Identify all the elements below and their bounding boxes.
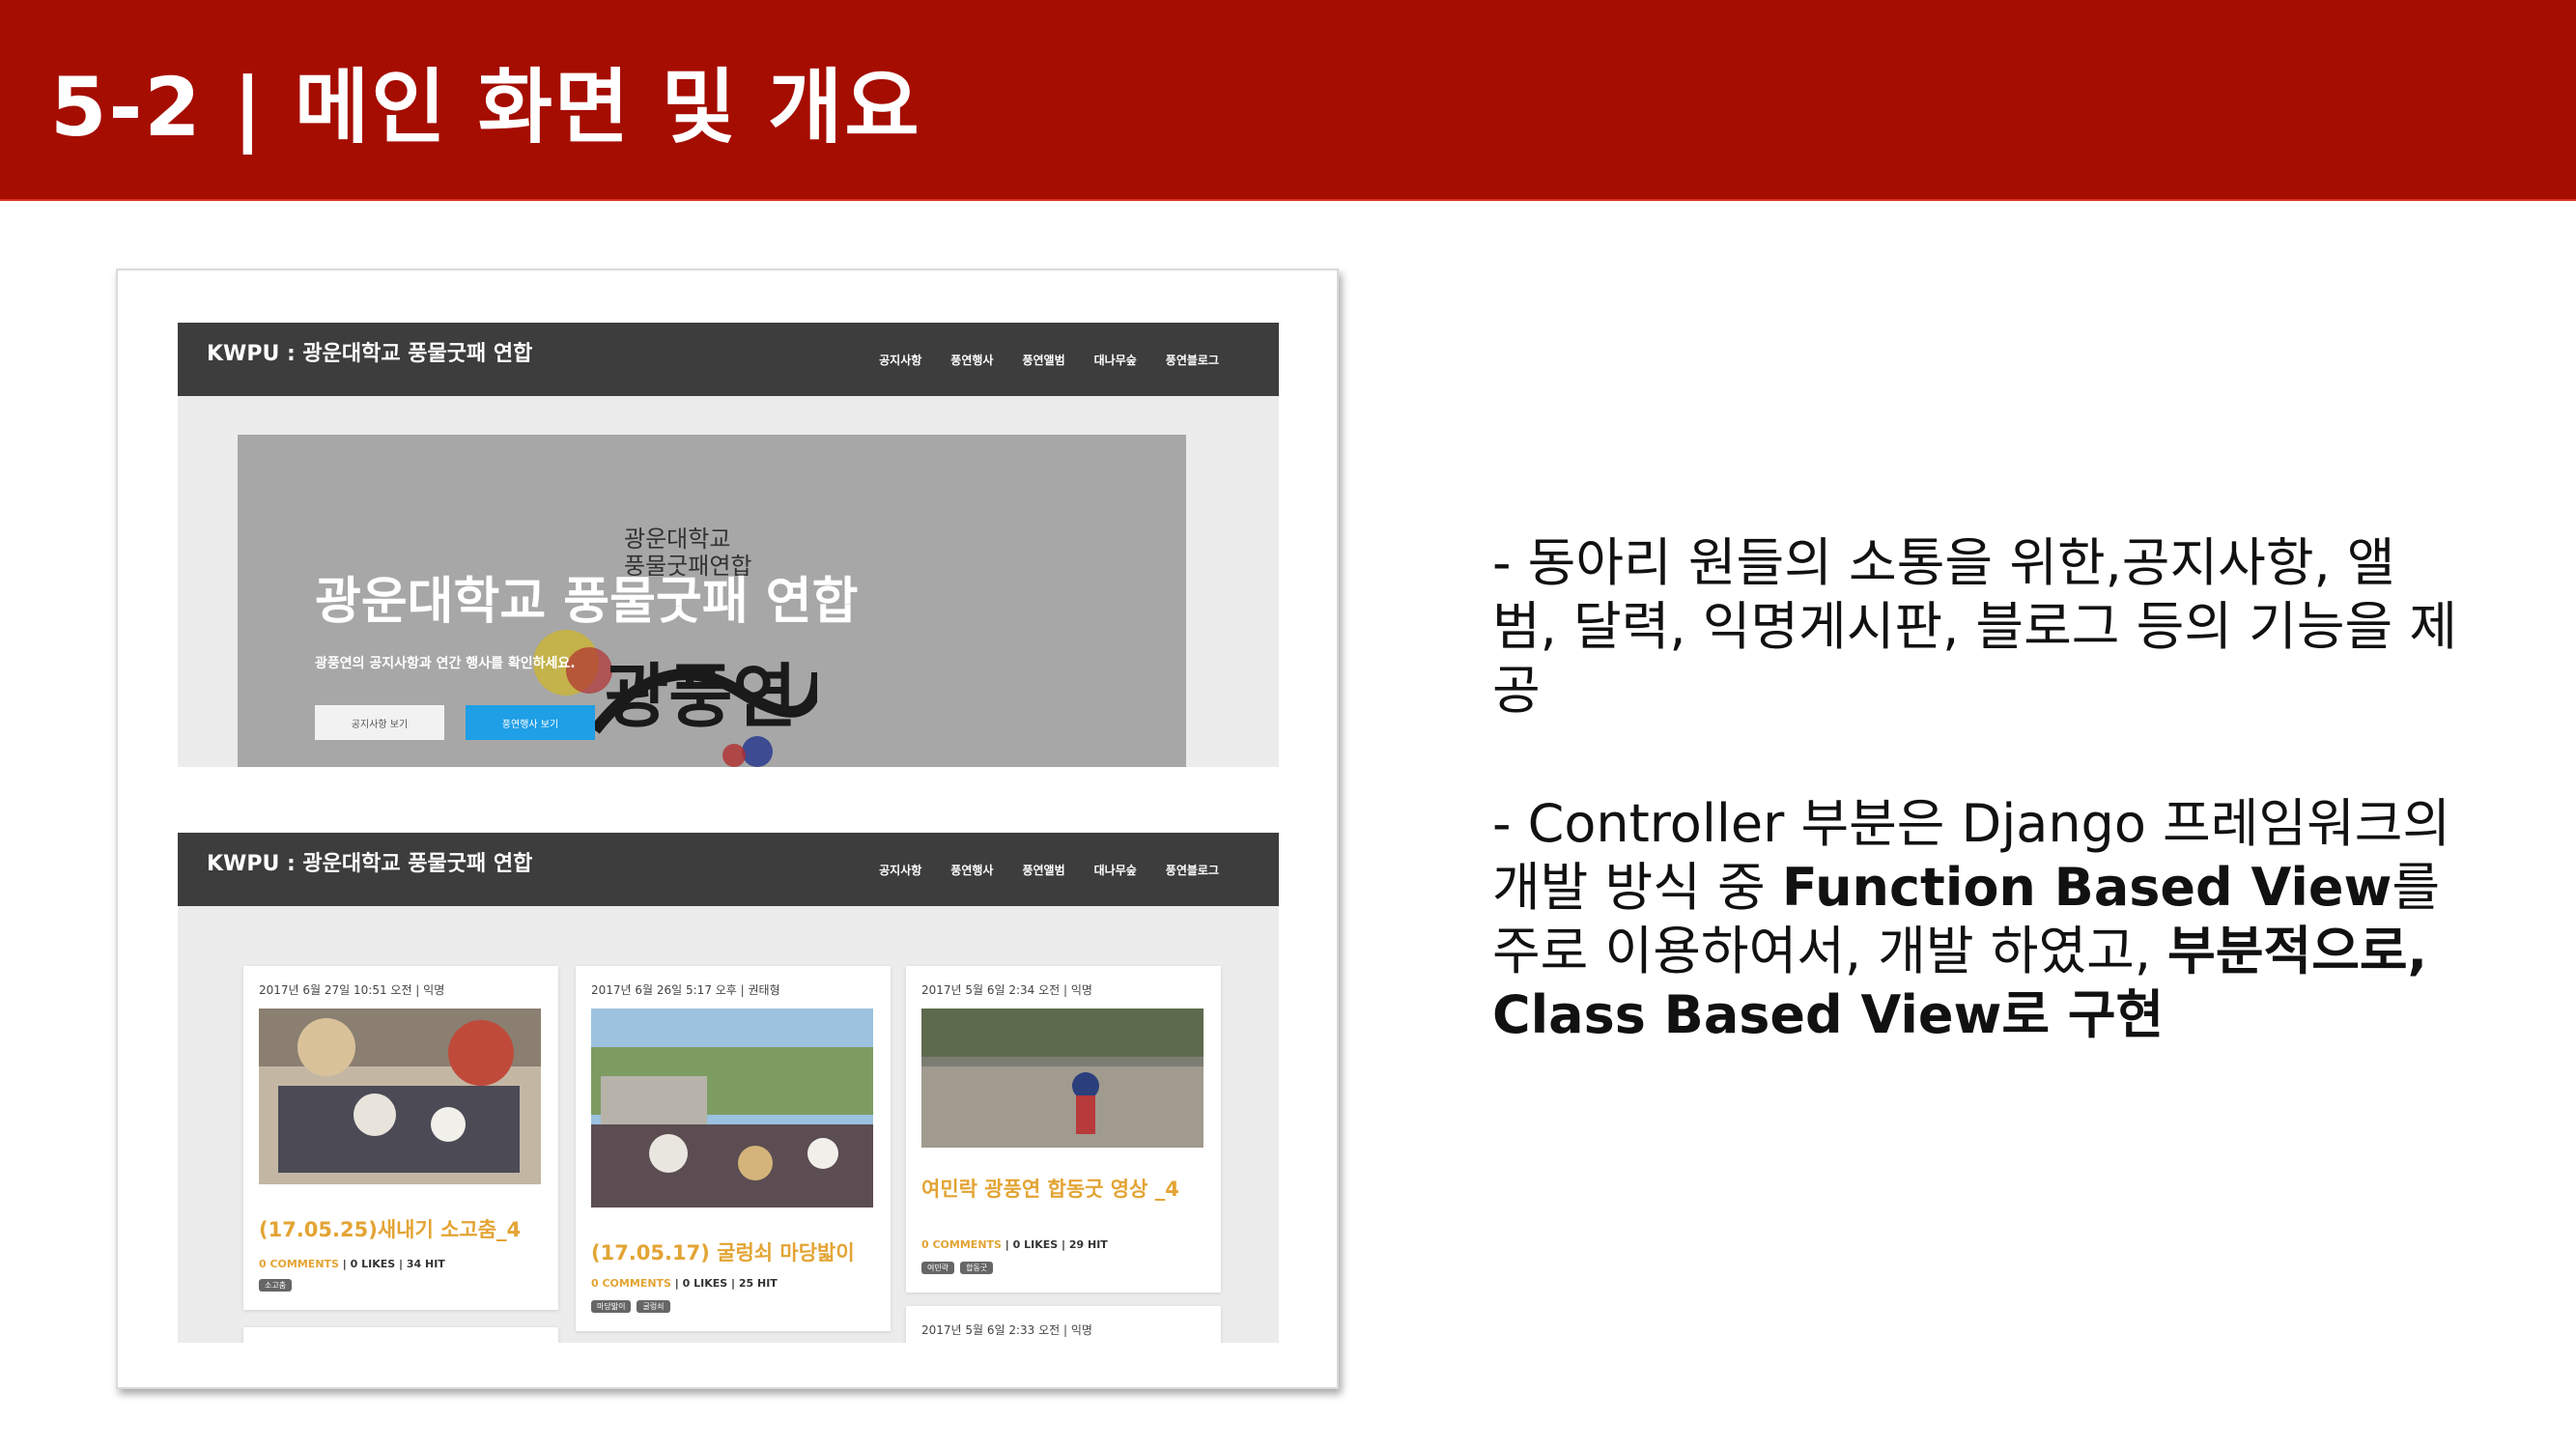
post-photo[interactable] — [259, 1009, 541, 1184]
post-meta: 2017년 6월 27일 10:51 오전 | 익명 — [259, 983, 445, 997]
notice-button[interactable]: 공지사항 보기 — [315, 705, 444, 740]
post-tag[interactable]: 굴렁쇠 — [637, 1300, 670, 1313]
menu-item-bamboo-2[interactable]: 대나무숲 — [1094, 862, 1137, 878]
menu-item-events[interactable]: 풍연행사 — [950, 352, 993, 368]
post-stats: 0 COMMENTS | 0 LIKES | 34 HIT — [259, 1258, 445, 1270]
post-card[interactable]: 2017년 5월 6일 2:34 오전 | 익명 여민락 광풍연 합동굿 영상 … — [906, 966, 1221, 1293]
post-card[interactable]: 2017년 6월 26일 5:17 오후 | 권태형 (17.05.17) 굴렁… — [576, 966, 891, 1331]
menu-item-notice-2[interactable]: 공지사항 — [879, 862, 921, 878]
site-menu: 공지사항 풍연행사 풍연앨범 대나무숲 풍연블로그 — [879, 352, 1219, 368]
post-title[interactable]: 여민락 광풍연 합동굿 영상 _4 — [921, 1177, 1203, 1202]
post-photo[interactable] — [591, 1009, 873, 1208]
hero-banner: 광운대학교 풍물굿패연합 광풍연 광운대학교 풍물굿패 연합 광풍연의 공지사항… — [238, 435, 1186, 767]
post-stats: 0 COMMENTS | 0 LIKES | 29 HIT — [921, 1238, 1108, 1251]
post-card[interactable]: 2017년 6월 27일 10:51 오전 | 익명 (17.05.25)새내기… — [243, 966, 558, 1310]
post-photo[interactable] — [921, 1009, 1203, 1148]
post-tags: 소고춤 — [259, 1279, 293, 1292]
menu-item-notice[interactable]: 공지사항 — [879, 352, 921, 368]
post-tags: 여민락 합동굿 — [921, 1262, 994, 1274]
site-posts-screenshot: KWPU : 광운대학교 풍물굿패 연합 공지사항 풍연행사 풍연앨범 대나무숲… — [178, 833, 1279, 1343]
description-point-2: - Controller 부분은 Django 프레임워크의 개발 방식 중 F… — [1492, 793, 2451, 1045]
menu-item-album[interactable]: 풍연앨범 — [1022, 352, 1064, 368]
menu-item-events-2[interactable]: 풍연행사 — [950, 862, 993, 878]
menu-item-bamboo[interactable]: 대나무숲 — [1094, 352, 1137, 368]
hero-title: 광운대학교 풍물굿패 연합 — [315, 573, 859, 631]
site-navbar: KWPU : 광운대학교 풍물굿패 연합 공지사항 풍연행사 풍연앨범 대나무숲… — [178, 323, 1279, 396]
post-title[interactable]: (17.05.25)새내기 소고춤_4 — [259, 1217, 541, 1242]
site-navbar-2: KWPU : 광운대학교 풍물굿패 연합 공지사항 풍연행사 풍연앨범 대나무숲… — [178, 833, 1279, 906]
post-tag[interactable]: 여민락 — [921, 1262, 955, 1274]
slide-title: 5-2 | 메인 화면 및 개요 — [50, 60, 921, 155]
site-menu-2: 공지사항 풍연행사 풍연앨범 대나무숲 풍연블로그 — [879, 862, 1219, 878]
site-brand[interactable]: KWPU : 광운대학교 풍물굿패 연합 — [207, 336, 532, 367]
post-meta: 2017년 5월 6일 2:34 오전 | 익명 — [921, 983, 1092, 997]
menu-item-album-2[interactable]: 풍연앨범 — [1022, 862, 1064, 878]
post-card[interactable]: 2017년 5월 6일 2:33 오전 | 익명 — [906, 1306, 1221, 1343]
slide-title-bar: 5-2 | 메인 화면 및 개요 — [0, 0, 2576, 201]
post-tag[interactable]: 마당밟이 — [591, 1300, 632, 1313]
site-hero-screenshot: KWPU : 광운대학교 풍물굿패 연합 공지사항 풍연행사 풍연앨범 대나무숲… — [178, 323, 1279, 767]
post-tags: 마당밟이 굴렁쇠 — [591, 1300, 670, 1313]
post-tag[interactable]: 합동굿 — [960, 1262, 994, 1274]
menu-item-blog-2[interactable]: 풍연블로그 — [1166, 862, 1219, 878]
post-title[interactable]: (17.05.17) 굴렁쇠 마당밟이 — [591, 1240, 873, 1265]
post-stats: 0 COMMENTS | 0 LIKES | 25 HIT — [591, 1277, 778, 1290]
post-card[interactable] — [243, 1327, 558, 1343]
hero-subtitle: 광풍연의 공지사항과 연간 행사를 확인하세요. — [315, 656, 576, 671]
events-button[interactable]: 풍연행사 보기 — [466, 705, 595, 740]
description-point-1: - 동아리 원들의 소통을 위한,공지사항, 앨범, 달력, 익명게시판, 블로… — [1492, 532, 2458, 721]
svg-text:광풍연: 광풍연 — [605, 655, 797, 737]
svg-text:광운대학교: 광운대학교 — [624, 527, 730, 553]
post-meta: 2017년 5월 6일 2:33 오전 | 익명 — [921, 1323, 1092, 1337]
menu-item-blog[interactable]: 풍연블로그 — [1166, 352, 1219, 368]
post-meta: 2017년 6월 26일 5:17 오후 | 권태형 — [591, 983, 780, 997]
post-tag[interactable]: 소고춤 — [259, 1279, 293, 1292]
site-brand-2[interactable]: KWPU : 광운대학교 풍물굿패 연합 — [207, 846, 532, 877]
